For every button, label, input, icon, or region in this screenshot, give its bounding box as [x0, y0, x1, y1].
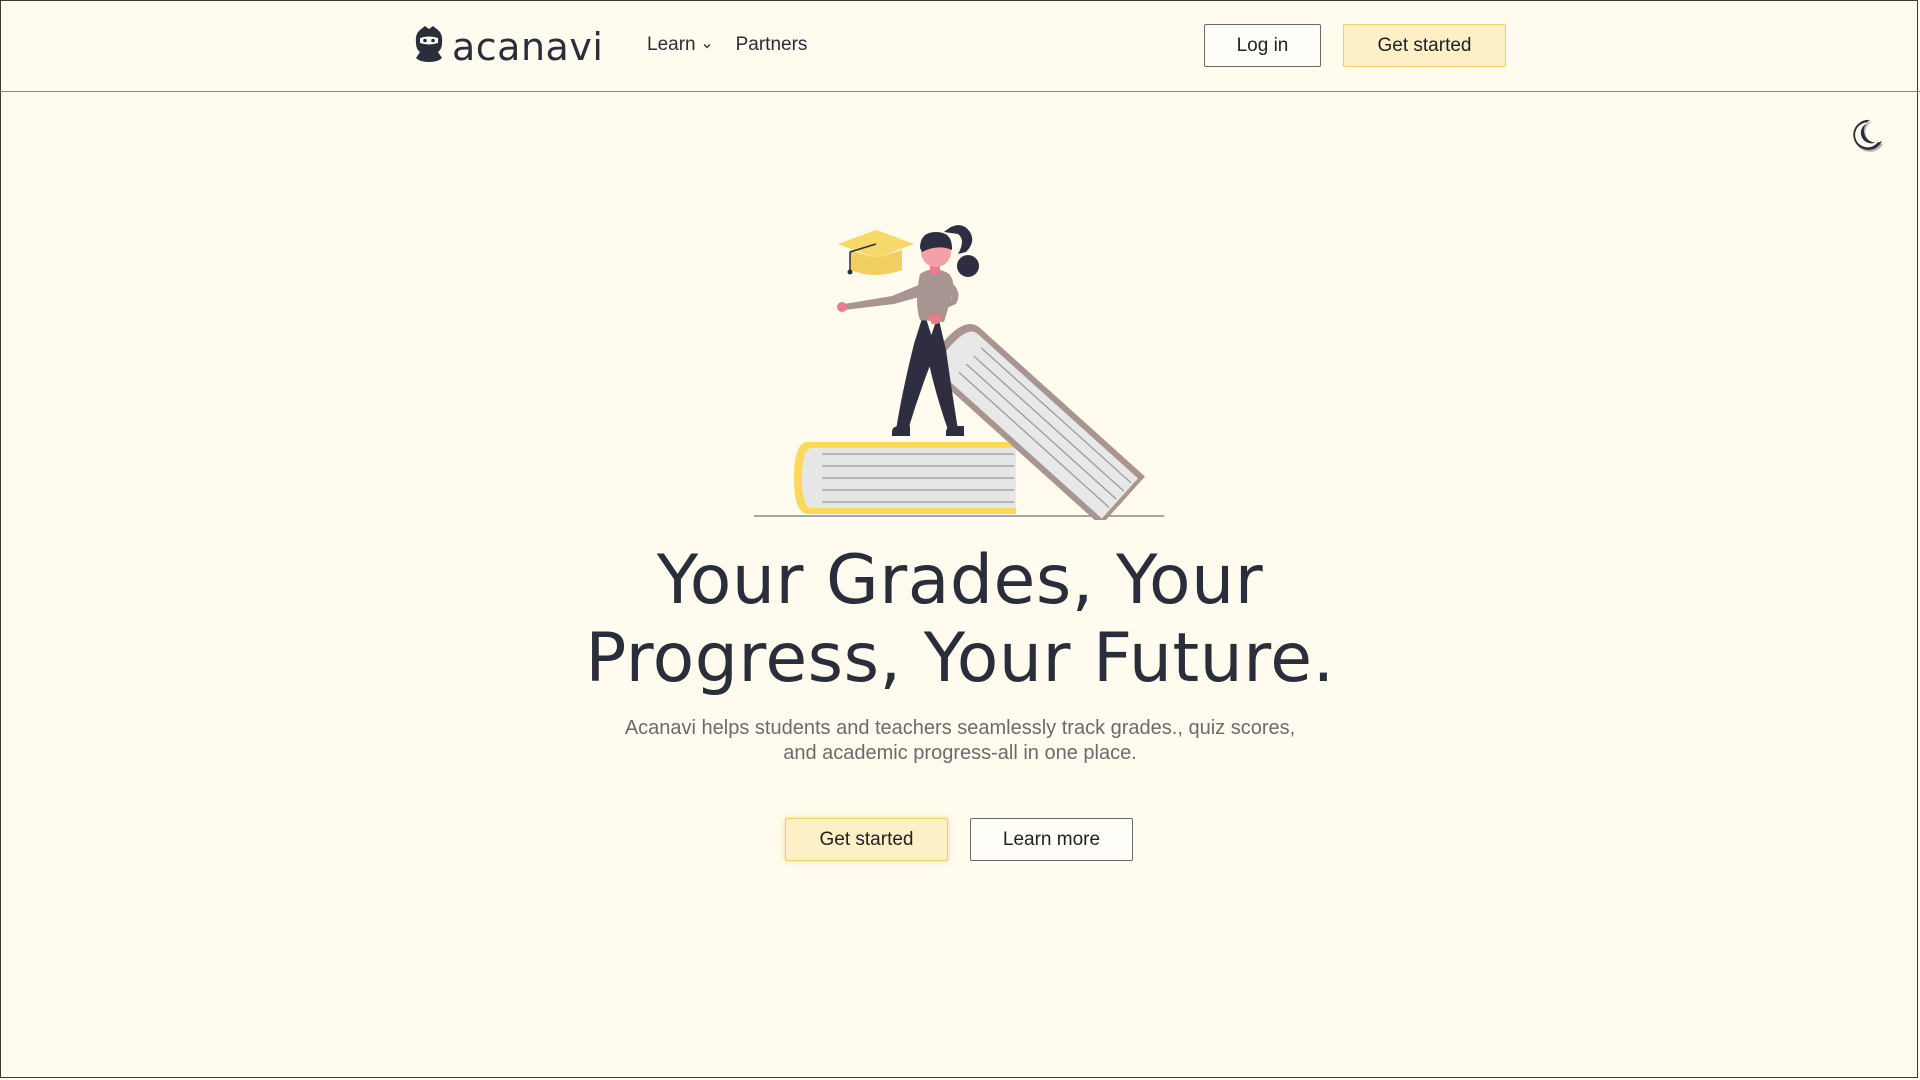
brand-name: acanavi	[452, 24, 604, 69]
brand-logo[interactable]: acanavi	[412, 24, 603, 69]
hero-illustration	[752, 212, 1168, 526]
primary-nav: Learn Partners	[647, 34, 807, 56]
nav-item-partners-label: Partners	[735, 34, 808, 55]
nav-item-learn-label: Learn	[647, 34, 696, 55]
hero-cta-group: Get started Learn more	[785, 818, 1133, 861]
learn-more-button[interactable]: Learn more	[970, 818, 1133, 861]
login-button[interactable]: Log in	[1204, 24, 1321, 67]
window-frame	[0, 0, 1918, 1078]
nav-actions: Log in Get started	[1204, 24, 1506, 67]
get-started-nav-button[interactable]: Get started	[1343, 24, 1506, 67]
nav-item-learn[interactable]: Learn	[647, 34, 712, 56]
hero-title: Your Grades, Your Progress, Your Future.	[585, 541, 1335, 698]
nav-item-partners[interactable]: Partners	[736, 34, 808, 56]
moon-icon	[1848, 119, 1886, 158]
hero-subtitle: Acanavi helps students and teachers seam…	[624, 717, 1296, 764]
theme-toggle[interactable]	[1848, 116, 1886, 154]
ninja-mascot-icon	[412, 24, 446, 69]
chevron-down-icon	[702, 34, 712, 56]
top-navbar: acanavi Learn Partners Log in Get starte…	[0, 0, 1920, 92]
get-started-hero-button[interactable]: Get started	[785, 818, 948, 861]
